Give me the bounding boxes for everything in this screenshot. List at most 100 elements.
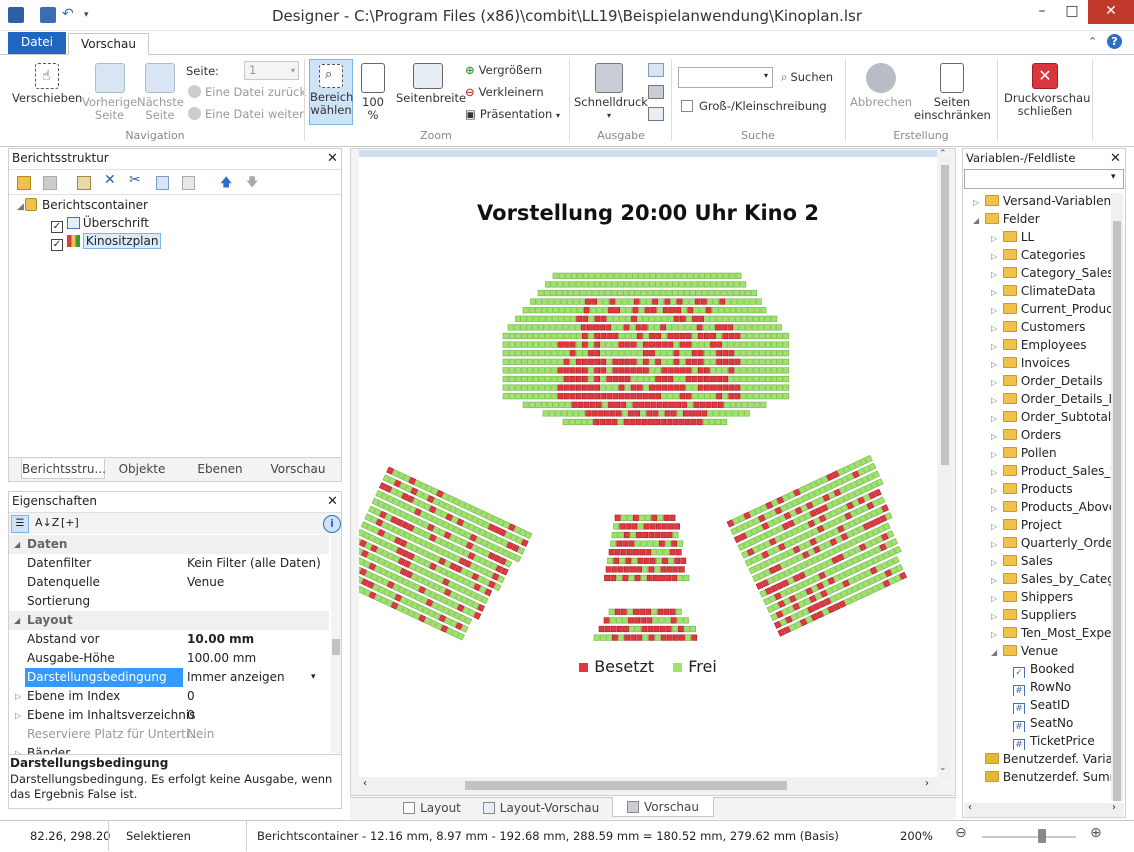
move-up-icon[interactable]: 🡅 — [220, 173, 232, 194]
collapse-icon[interactable]: ◢ — [973, 212, 981, 228]
property-value[interactable]: Venue — [187, 573, 224, 592]
file-back-button[interactable]: Eine Datei zurück — [188, 85, 306, 99]
expand-icon[interactable]: ▷ — [991, 374, 999, 390]
paste-icon[interactable] — [182, 176, 195, 190]
help-icon[interactable]: ? — [1107, 34, 1122, 49]
zoom-slider-thumb[interactable] — [1038, 829, 1046, 843]
expand-icon[interactable]: ▷ — [15, 706, 21, 725]
scrollbar-thumb[interactable] — [1113, 221, 1121, 801]
properties-icon[interactable] — [77, 176, 91, 190]
vscroll-thumb[interactable] — [941, 165, 949, 465]
categorized-icon[interactable]: ☰ — [11, 515, 29, 533]
property-value[interactable]: 100.00 mm — [187, 649, 256, 668]
export-icon[interactable] — [648, 63, 664, 77]
tree-item-seatplan[interactable]: ✓ Kinositzplan — [17, 232, 162, 251]
sort-az-icon[interactable]: A↓Z — [35, 516, 59, 529]
var-node-custom-vars[interactable]: Benutzerdef. Variab — [973, 750, 1111, 768]
expand-icon[interactable]: ▷ — [991, 248, 999, 264]
view-tab-layout[interactable]: Layout — [394, 798, 470, 818]
cut-icon[interactable]: ✂ — [129, 172, 141, 188]
scroll-left-icon[interactable]: ‹ — [363, 778, 367, 789]
section-layout[interactable]: ◢ Layout — [9, 611, 329, 630]
search-input[interactable]: ▾ — [678, 67, 773, 88]
close-panel-icon[interactable]: ✕ — [327, 493, 338, 511]
zoom-in-button[interactable]: ⊕ Vergrößern — [465, 63, 542, 77]
var-table-node[interactable]: ▷ Sales — [973, 552, 1111, 570]
expand-icon[interactable]: ▷ — [991, 284, 999, 300]
close-panel-icon[interactable]: ✕ — [327, 150, 338, 168]
tab-vorschau-panel[interactable]: Vorschau — [263, 459, 333, 479]
view-tab-preview[interactable]: Vorschau — [612, 797, 714, 817]
expand-all-icon[interactable]: [+] — [61, 516, 79, 529]
dropdown-icon[interactable]: ▾ — [311, 668, 316, 687]
var-table-node[interactable]: ▷ Category_Sales_ — [973, 264, 1111, 282]
var-node-custom-sums[interactable]: Benutzerdef. Summ — [973, 768, 1111, 786]
property-value[interactable]: Nein — [187, 725, 214, 744]
search-dropdown-icon[interactable]: ▾ — [764, 71, 768, 80]
var-node-felder[interactable]: ◢ Felder — [973, 210, 1111, 228]
expand-icon[interactable]: ▷ — [991, 626, 999, 642]
expand-icon[interactable]: ▷ — [991, 572, 999, 588]
expand-icon[interactable]: ▷ — [991, 266, 999, 282]
property-row[interactable]: Ausgabe-Höhe 100.00 mm — [9, 649, 329, 668]
dropdown-icon[interactable]: ▾ — [1111, 172, 1116, 182]
page-number-input[interactable]: 1 ▾ — [244, 61, 299, 80]
var-table-node[interactable]: ▷ Shippers — [973, 588, 1111, 606]
expand-icon[interactable]: ▷ — [991, 446, 999, 462]
mail-icon[interactable] — [648, 107, 664, 121]
expand-icon[interactable]: ▷ — [991, 356, 999, 372]
tab-vorschau[interactable]: Vorschau — [68, 33, 149, 55]
expand-icon[interactable]: ▷ — [991, 500, 999, 516]
print-options-icon[interactable] — [648, 85, 664, 99]
scrollbar-thumb[interactable] — [332, 639, 340, 655]
move-down-icon[interactable]: 🡇 — [246, 173, 258, 194]
var-table-node[interactable]: ▷ Quarterly_Order — [973, 534, 1111, 552]
field-seatid[interactable]: # SeatID — [973, 696, 1111, 714]
quickprint-button[interactable]: Schnelldruck ▾ — [574, 63, 648, 122]
preview-vscrollbar[interactable] — [939, 159, 951, 779]
var-table-node[interactable]: ▷ Current_Produc — [973, 300, 1111, 318]
scroll-right-icon[interactable]: › — [1112, 802, 1116, 813]
file-forward-button[interactable]: Eine Datei weiter — [188, 107, 304, 121]
maximize-button[interactable]: □ — [1057, 0, 1087, 24]
expand-icon[interactable]: ▷ — [991, 608, 999, 624]
page-spinner-icon[interactable]: ▾ — [291, 62, 295, 79]
property-value[interactable]: Immer anzeigen — [187, 668, 285, 687]
var-table-node[interactable]: ▷ Products — [973, 480, 1111, 498]
var-table-node[interactable]: ▷ Order_Subtotals — [973, 408, 1111, 426]
var-table-node[interactable]: ▷ LL — [973, 228, 1111, 246]
variables-filter-dropdown[interactable]: ▾ — [964, 169, 1124, 189]
prev-page-button[interactable]: Vorherige Seite — [82, 63, 137, 122]
tree-item-heading[interactable]: ✓ Überschrift — [17, 214, 161, 233]
page-width-button[interactable]: Seitenbreite — [396, 63, 466, 105]
expand-icon[interactable]: ▷ — [991, 392, 999, 408]
scroll-left-icon[interactable]: ‹ — [968, 802, 972, 813]
var-table-node[interactable]: ▷ Pollen — [973, 444, 1111, 462]
case-checkbox-box[interactable] — [681, 100, 693, 112]
zoom-slider-track[interactable] — [982, 836, 1076, 838]
expand-icon[interactable]: ▷ — [991, 518, 999, 534]
expand-icon[interactable]: ▷ — [991, 554, 999, 570]
tree-item-container[interactable]: ◢ Berichtscontainer — [17, 196, 161, 214]
var-table-node[interactable]: ▷ Sales_by_Catego — [973, 570, 1111, 588]
expand-icon[interactable]: ▷ — [991, 230, 999, 246]
section-data[interactable]: ◢ Daten — [9, 535, 329, 554]
var-table-node[interactable]: ▷ Customers — [973, 318, 1111, 336]
variables-hscrollbar[interactable]: ‹ › — [964, 802, 1124, 817]
property-value[interactable]: Kein Filter (alle Daten) — [187, 554, 321, 573]
case-sensitive-checkbox[interactable]: Groß-/Kleinschreibung — [681, 99, 827, 113]
select-area-button[interactable]: ⌕ Bereich wählen — [309, 59, 353, 125]
expand-icon[interactable]: ▷ — [991, 410, 999, 426]
scroll-up-icon[interactable]: ⌃ — [939, 149, 947, 159]
tab-datei[interactable]: Datei — [8, 32, 67, 54]
expand-icon[interactable]: ▷ — [991, 302, 999, 318]
var-table-node[interactable]: ▷ Suppliers — [973, 606, 1111, 624]
expand-icon[interactable]: ▷ — [991, 338, 999, 354]
var-table-node[interactable]: ▷ Products_Above — [973, 498, 1111, 516]
scroll-right-icon[interactable]: › — [925, 778, 929, 789]
expand-icon[interactable]: ▷ — [991, 590, 999, 606]
search-button[interactable]: ⌕ Suchen — [781, 70, 833, 85]
var-table-node[interactable]: ▷ ClimateData — [973, 282, 1111, 300]
visibility-checkbox[interactable]: ✓ — [51, 239, 63, 251]
cancel-build-button[interactable]: Abbrechen — [848, 63, 914, 109]
